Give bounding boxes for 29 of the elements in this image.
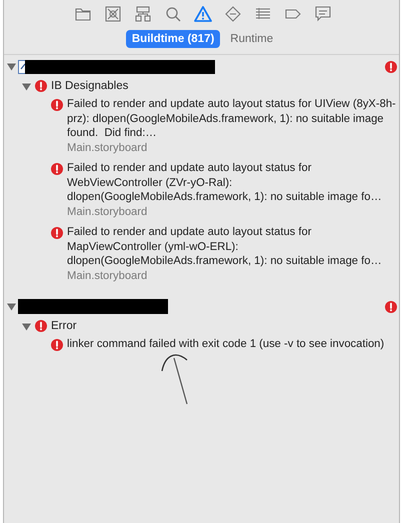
warning-icon[interactable] bbox=[194, 5, 212, 23]
crossed-square-icon[interactable] bbox=[104, 5, 122, 23]
error-icon bbox=[35, 80, 47, 92]
issue-message[interactable]: Failed to render and update auto layout status for MapViewController (yml-wO-ERL): dlopen(GoogleMobileAds.framework, 1): no suitable image fo… bbox=[67, 225, 399, 268]
error-icon bbox=[51, 99, 63, 111]
error-icon bbox=[385, 300, 397, 312]
error-icon bbox=[51, 227, 63, 239]
issue-file: Main.storyboard bbox=[67, 204, 148, 219]
segment-tab[interactable]: Runtime bbox=[224, 30, 280, 48]
category-label: Error bbox=[51, 320, 77, 332]
error-icon bbox=[51, 339, 63, 351]
issue-file: Main.storyboard bbox=[67, 140, 148, 155]
error-icon bbox=[51, 163, 63, 175]
issue-file: Main.storyboard bbox=[67, 268, 148, 283]
search-icon[interactable] bbox=[164, 5, 182, 23]
chat-icon[interactable] bbox=[314, 5, 332, 23]
hierarchy-icon[interactable] bbox=[134, 5, 152, 23]
issue-message[interactable]: Failed to render and update auto layout status for WebViewController (ZVr-yO-Ral): dlopen(GoogleMobileAds.framework, 1): no suitable image fo… bbox=[67, 161, 399, 204]
disclosure-triangle[interactable] bbox=[22, 322, 31, 330]
disclosure-triangle[interactable] bbox=[22, 82, 31, 90]
diamond-icon[interactable] bbox=[224, 5, 242, 23]
disclosure-triangle[interactable] bbox=[7, 302, 16, 311]
segment-tab[interactable]: Buildtime (817) bbox=[126, 30, 220, 48]
error-icon bbox=[385, 60, 397, 72]
issue-message[interactable]: Failed to render and update auto layout status for UIView (8yX-8h-prz): dlopen(GoogleMobileAds.framework, 1): no suitable image found. Did find:… bbox=[67, 97, 399, 140]
disclosure-triangle[interactable] bbox=[7, 62, 16, 71]
category-label: IB Designables bbox=[51, 80, 128, 92]
issue-message[interactable]: linker command failed with exit code 1 (use -v to see invocation) bbox=[67, 337, 399, 352]
error-icon bbox=[35, 320, 47, 332]
